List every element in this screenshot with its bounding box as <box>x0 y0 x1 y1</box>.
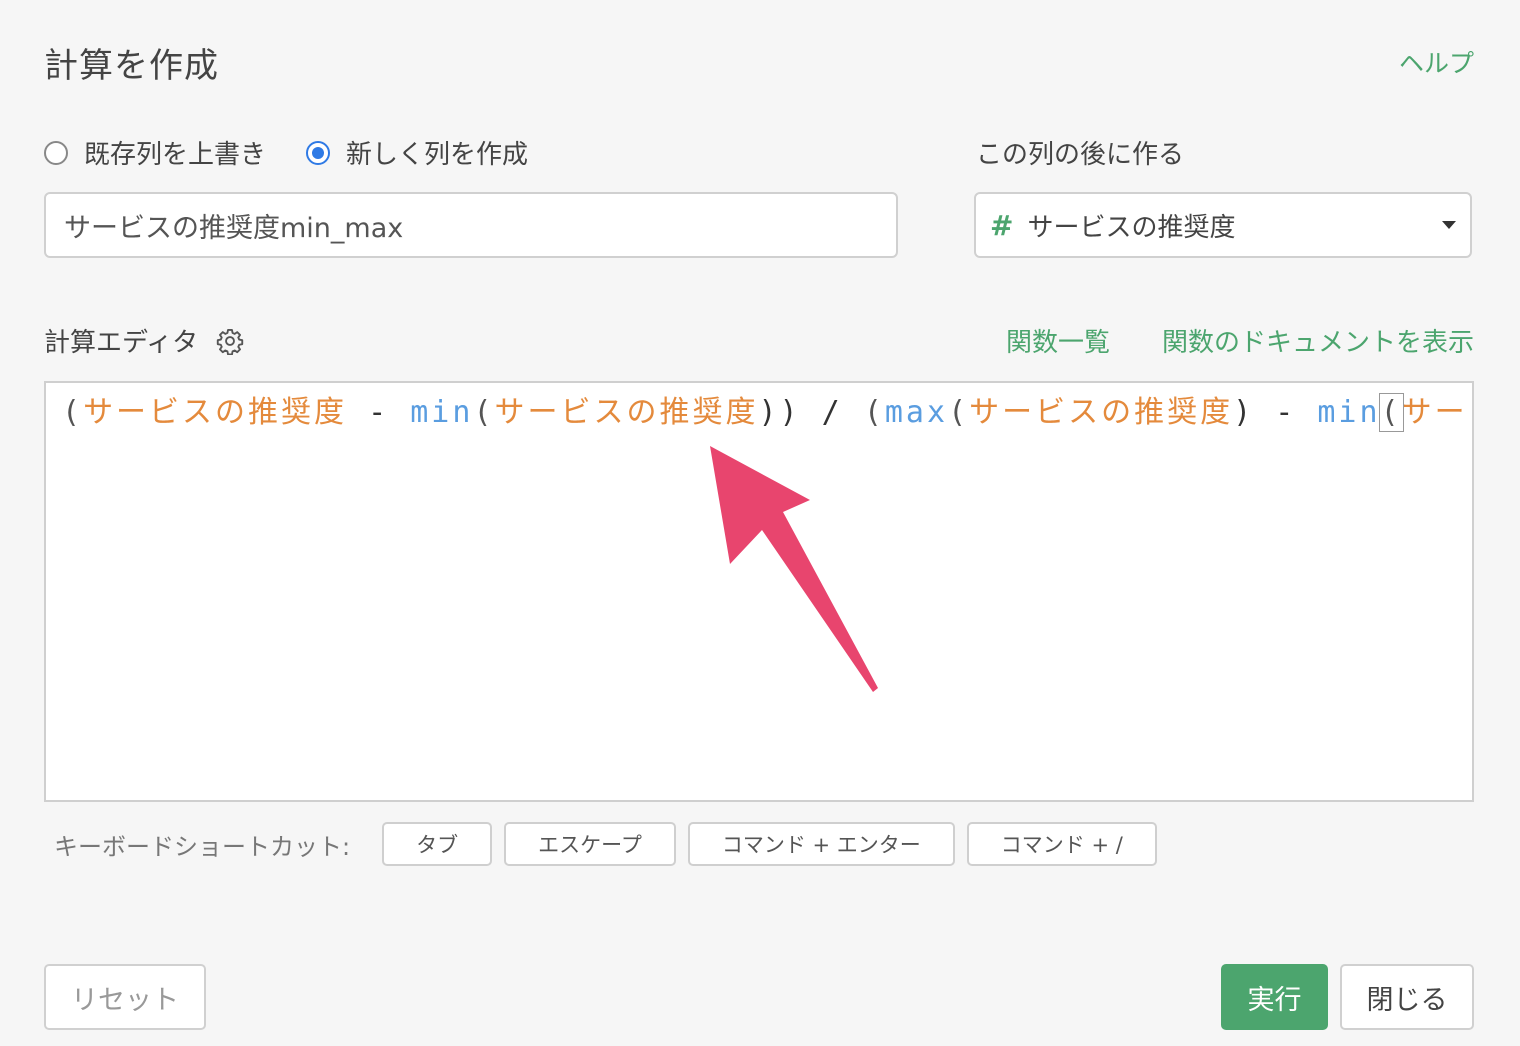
matched-paren-token: ( <box>1378 393 1404 432</box>
editor-label: 計算エディタ <box>44 328 199 358</box>
editor-label-row: 計算エディタ <box>44 322 244 359</box>
help-link[interactable]: ヘルプ <box>1399 44 1474 80</box>
dialog-title: 計算を作成 <box>44 46 219 86</box>
code-line: (サービスの推奨度 - min(サービスの推奨度)) / (max(サービスの推… <box>62 393 1468 433</box>
function-links: 関数一覧 関数のドキュメントを表示 <box>954 322 1474 359</box>
mode-radio-group: 既存列を上書き 新しく列を作成 <box>44 134 568 171</box>
paren-token: ( <box>473 395 495 430</box>
shortcut-key-escape[interactable]: エスケープ <box>504 822 676 866</box>
shortcut-key-tab[interactable]: タブ <box>382 822 493 866</box>
radio-button-checked[interactable] <box>306 140 331 165</box>
operator-token: ) - <box>1233 395 1318 430</box>
insert-after-label: この列の後に作る <box>976 140 1185 170</box>
function-token: min <box>1317 395 1381 430</box>
column-token: サービスの推奨度 <box>494 395 759 430</box>
paren-token: ( <box>863 395 885 430</box>
shortcut-key-command-enter[interactable]: コマンド + エンター <box>687 822 955 866</box>
column-token: サー <box>1401 395 1468 430</box>
paren-token: ( <box>948 395 970 430</box>
function-token: min <box>410 395 474 430</box>
selected-column-value: サービスの推奨度 <box>1027 212 1236 243</box>
radio-overwrite-existing[interactable]: 既存列を上書き <box>44 134 266 171</box>
paren-token: ( <box>62 395 84 430</box>
radio-create-new[interactable]: 新しく列を作成 <box>306 134 528 171</box>
radio-create-label: 新しく列を作成 <box>346 140 529 170</box>
new-column-name-input[interactable] <box>44 192 898 258</box>
shortcut-key-command-slash[interactable]: コマンド + / <box>966 822 1157 866</box>
column-token: サービスの推奨度 <box>969 395 1234 430</box>
reset-button[interactable]: リセット <box>44 964 206 1030</box>
radio-button-unchecked[interactable] <box>44 140 68 165</box>
function-list-link[interactable]: 関数一覧 <box>1006 322 1110 359</box>
function-docs-link[interactable]: 関数のドキュメントを表示 <box>1162 322 1474 359</box>
close-button[interactable]: 閉じる <box>1340 964 1474 1030</box>
caret-down-icon <box>1442 221 1456 229</box>
keyboard-shortcuts: キーボードショートカット: タブ エスケープ コマンド + エンター コマンド … <box>54 822 1169 866</box>
run-button[interactable]: 実行 <box>1221 964 1328 1030</box>
hash-icon: # <box>990 208 1014 242</box>
gear-icon[interactable] <box>216 327 244 355</box>
radio-overwrite-label: 既存列を上書き <box>84 140 267 170</box>
operator-token: )) / <box>758 395 864 430</box>
insert-after-column-select[interactable]: # サービスの推奨度 <box>974 192 1472 258</box>
shortcuts-label: キーボードショートカット: <box>54 832 351 861</box>
column-token: サービスの推奨度 <box>83 395 348 430</box>
operator-token: - <box>347 395 411 430</box>
calculation-editor[interactable]: (サービスの推奨度 - min(サービスの推奨度)) / (max(サービスの推… <box>44 381 1474 802</box>
function-token: max <box>884 395 949 430</box>
